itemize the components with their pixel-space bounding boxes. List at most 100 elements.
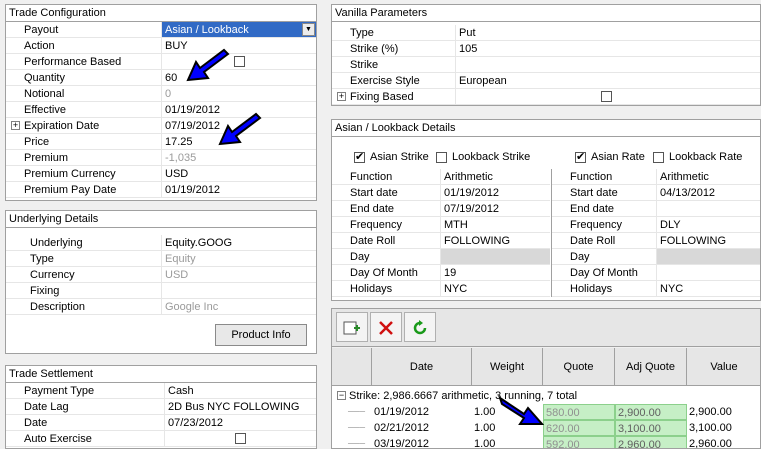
chevron-down-icon[interactable]: ▼ [302,23,315,36]
property-value[interactable] [161,283,316,298]
property-row-action[interactable]: Action BUY [6,38,316,54]
refresh-button[interactable] [404,312,436,342]
property-row-date-roll[interactable]: Date Roll FOLLOWING [332,233,550,249]
grid-cell-adj-quote[interactable]: 2,960.00 [615,436,687,448]
table-row[interactable]: ─── 03/19/2012 1.00 592.00 2,960.00 2,960.00 [332,436,760,448]
group-collapse-icon[interactable]: − [337,391,346,400]
property-value[interactable]: FOLLOWING [440,233,550,248]
performance-based-checkbox[interactable] [234,56,245,67]
property-row-auto-exercise[interactable]: Auto Exercise [6,431,316,447]
product-info-button[interactable]: Product Info [215,324,307,346]
property-value[interactable]: Equity [161,251,316,266]
property-row-performance-based[interactable]: Performance Based [6,54,316,70]
property-row-strike[interactable]: Strike (%) 105 [332,41,760,57]
grid-cell-value[interactable]: 2,960.00 [687,436,760,448]
property-value[interactable]: Arithmetic [440,169,550,184]
property-value[interactable] [656,249,760,264]
property-row-price[interactable]: Price 17.25 [6,134,316,150]
property-value[interactable]: Asian / Lookback ▼ [161,22,316,37]
property-row-start-date[interactable]: Start date 01/19/2012 [332,185,550,201]
grid-cell-date[interactable]: 02/21/2012 [372,420,472,436]
property-value[interactable] [656,201,760,216]
property-row-description[interactable]: Description Google Inc [6,299,316,315]
property-value[interactable]: 01/19/2012 [161,182,316,197]
grid-cell-value[interactable]: 2,900.00 [687,404,760,420]
property-value[interactable] [161,54,316,69]
property-row-holidays[interactable]: Holidays NYC [552,281,760,297]
property-row-premium-pay-date[interactable]: Premium Pay Date 01/19/2012 [6,182,316,198]
property-row-underlying[interactable]: Underlying Equity.GOOG [6,235,316,251]
grid-cell-date[interactable]: 01/19/2012 [372,404,472,420]
property-value[interactable]: FOLLOWING [656,233,760,248]
property-value[interactable]: Cash [164,383,316,398]
lookback-strike-checkbox[interactable] [436,152,447,163]
table-row[interactable]: ─── 02/21/2012 1.00 620.00 3,100.00 3,100.00 [332,420,760,436]
grid-header-quote[interactable]: Quote [543,348,615,386]
property-row-premium[interactable]: Premium -1,035 [6,150,316,166]
property-value[interactable]: 2D Bus NYC FOLLOWING [164,399,316,414]
property-value[interactable]: MTH [440,217,550,232]
grid-header-value[interactable]: Value [687,348,760,386]
property-value[interactable]: 105 [455,41,760,56]
auto-exercise-checkbox[interactable] [235,433,246,444]
property-row-day-of-month[interactable]: Day Of Month [552,265,760,281]
property-value[interactable]: 0 [161,86,316,101]
property-row-quantity[interactable]: Quantity 60 [6,70,316,86]
grid-group-row[interactable]: − Strike: 2,986.6667 arithmetic, 3 runni… [332,388,760,404]
property-row-fixing[interactable]: Fixing [6,283,316,299]
asian-strike-checkbox[interactable] [354,151,365,163]
grid-header-adj-quote[interactable]: Adj Quote [615,348,687,386]
property-value[interactable]: NYC [440,281,550,296]
grid-cell-quote[interactable]: 580.00 [543,404,615,420]
property-value[interactable]: NYC [656,281,760,296]
property-row-start-date[interactable]: Start date 04/13/2012 [552,185,760,201]
property-row-day[interactable]: Day [552,249,760,265]
grid-header-weight[interactable]: Weight [472,348,543,386]
property-value[interactable] [455,89,760,104]
property-row-date-lag[interactable]: Date Lag 2D Bus NYC FOLLOWING [6,399,316,415]
delete-row-button[interactable] [370,312,402,342]
grid-cell-weight[interactable]: 1.00 [472,436,543,448]
property-value[interactable]: 07/19/2012 [440,201,550,216]
property-row-premium-currency[interactable]: Premium Currency USD [6,166,316,182]
table-row[interactable]: ─── 01/19/2012 1.00 580.00 2,900.00 2,900.00 [332,404,760,420]
property-row-payment-type[interactable]: Payment Type Cash [6,383,316,399]
property-row-function[interactable]: Function Arithmetic [332,169,550,185]
property-value[interactable]: 01/19/2012 [440,185,550,200]
grid-header-date[interactable]: Date [372,348,472,386]
property-value[interactable] [164,431,316,446]
add-row-button[interactable] [336,312,368,342]
property-row-exercise-style[interactable]: Exercise Style European [332,73,760,89]
property-value[interactable]: BUY [161,38,316,53]
grid-cell-value[interactable]: 3,100.00 [687,420,760,436]
property-value[interactable]: Put [455,25,760,40]
property-row-type[interactable]: Type Put [332,25,760,41]
asian-rate-checkbox[interactable] [575,151,586,163]
property-value[interactable] [656,265,760,280]
grid-cell-adj-quote[interactable]: 3,100.00 [615,420,687,436]
property-row-type[interactable]: Type Equity [6,251,316,267]
property-value[interactable]: European [455,73,760,88]
property-value[interactable]: Arithmetic [656,169,760,184]
grid-cell-quote[interactable]: 620.00 [543,420,615,436]
expand-icon[interactable]: + [11,121,20,130]
property-row-effective[interactable]: Effective 01/19/2012 [6,102,316,118]
property-value[interactable]: Google Inc [161,299,316,314]
property-row-currency[interactable]: Currency USD [6,267,316,283]
property-row-frequency[interactable]: Frequency MTH [332,217,550,233]
fixing-based-checkbox[interactable] [601,91,612,102]
property-row-frequency[interactable]: Frequency DLY [552,217,760,233]
property-value[interactable]: Equity.GOOG [161,235,316,250]
grid-cell-quote[interactable]: 592.00 [543,436,615,448]
property-row-end-date[interactable]: End date [552,201,760,217]
property-row-day[interactable]: Day [332,249,550,265]
expand-icon[interactable]: + [337,92,346,101]
grid-cell-adj-quote[interactable]: 2,900.00 [615,404,687,420]
property-row-strike[interactable]: Strike [332,57,760,73]
property-value[interactable]: 07/23/2012 [164,415,316,430]
property-value[interactable]: USD [161,267,316,282]
property-value[interactable]: 60 [161,70,316,85]
property-row-date[interactable]: Date 07/23/2012 [6,415,316,431]
property-row-day-of-month[interactable]: Day Of Month 19 [332,265,550,281]
property-value[interactable]: -1,035 [161,150,316,165]
